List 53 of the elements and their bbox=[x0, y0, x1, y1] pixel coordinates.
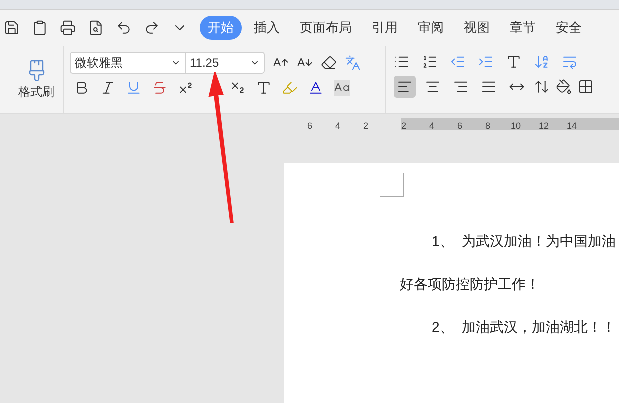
menu-tab[interactable]: 章节 bbox=[502, 16, 544, 40]
underline-icon[interactable] bbox=[126, 80, 142, 96]
menu-tab[interactable]: 引用 bbox=[364, 16, 406, 40]
sort-icon[interactable] bbox=[534, 54, 550, 70]
ruler-number: 4 bbox=[428, 120, 436, 134]
ruler-number: 2 bbox=[400, 120, 408, 134]
format-painter-button[interactable]: 格式刷 bbox=[18, 58, 54, 100]
undo-icon[interactable] bbox=[116, 20, 132, 36]
ruler-number: 2 bbox=[362, 120, 370, 134]
align-left-icon bbox=[397, 79, 413, 95]
phonetic-guide-icon[interactable] bbox=[345, 55, 361, 71]
align-right-icon bbox=[453, 79, 469, 95]
print-preview-icon[interactable] bbox=[88, 20, 104, 36]
menu-tab[interactable]: 页面布局 bbox=[292, 16, 360, 40]
numbered-list-icon[interactable] bbox=[422, 54, 438, 70]
shading-icon[interactable] bbox=[556, 79, 572, 95]
italic-icon[interactable] bbox=[100, 80, 116, 96]
paragraph-text: 加油武汉，加油湖北！！ bbox=[462, 318, 616, 337]
line-spacing-icon[interactable] bbox=[534, 79, 550, 95]
font-color-icon[interactable] bbox=[308, 80, 324, 96]
menu-tab[interactable]: 视图 bbox=[456, 16, 498, 40]
decrease-indent-icon[interactable] bbox=[450, 54, 466, 70]
align-justify-icon bbox=[481, 79, 497, 95]
save-icon[interactable] bbox=[4, 20, 20, 36]
strikethrough-icon[interactable] bbox=[152, 80, 168, 96]
eraser-icon[interactable] bbox=[321, 55, 337, 71]
menu-tab[interactable]: 安全 bbox=[548, 16, 590, 40]
print-icon[interactable] bbox=[60, 20, 76, 36]
borders-icon[interactable] bbox=[578, 79, 594, 95]
ruler-number: 6 bbox=[306, 120, 314, 134]
paragraph-text: 好各项防控防护工作！ bbox=[400, 275, 540, 294]
list-number: 2、 bbox=[432, 318, 455, 337]
list-number: 1、 bbox=[432, 232, 455, 251]
menu-tab[interactable]: 审阅 bbox=[410, 16, 452, 40]
subscript-icon[interactable] bbox=[230, 80, 246, 96]
text-effect-icon[interactable] bbox=[256, 80, 272, 96]
paragraph-text: 为武汉加油！为中国加油 bbox=[462, 232, 616, 251]
ruler-number: 10 bbox=[511, 120, 521, 134]
ruler-number: 14 bbox=[567, 120, 577, 134]
increase-indent-icon[interactable] bbox=[478, 54, 494, 70]
character-shading-icon[interactable] bbox=[334, 80, 350, 96]
superscript-icon[interactable] bbox=[178, 80, 194, 96]
menu-tab[interactable]: 插入 bbox=[246, 16, 288, 40]
ruler-number: 6 bbox=[456, 120, 464, 134]
line-break-icon[interactable] bbox=[562, 54, 578, 70]
ruler-number: 8 bbox=[484, 120, 492, 134]
ruler-number: 12 bbox=[539, 120, 549, 134]
align-center-icon bbox=[425, 79, 441, 95]
redo-icon[interactable] bbox=[144, 20, 160, 36]
ruler-number: 4 bbox=[334, 120, 342, 134]
align-left-button[interactable] bbox=[394, 76, 416, 98]
clipboard-icon[interactable] bbox=[32, 20, 48, 36]
margin-corner-mark bbox=[380, 173, 404, 197]
